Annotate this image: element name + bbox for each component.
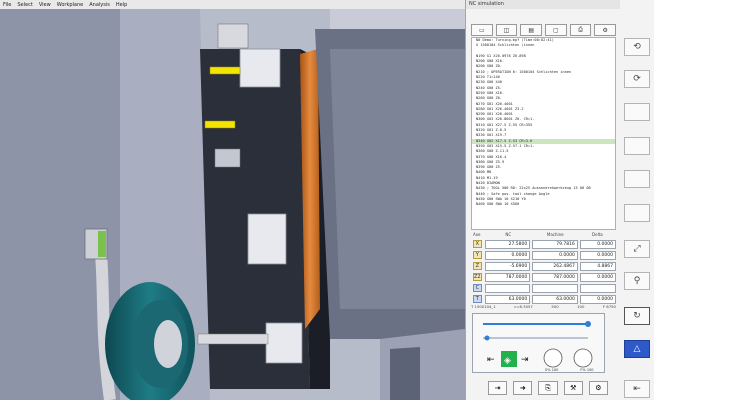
- status-speed: c=6.3057: [514, 304, 533, 309]
- value-nc: 0.0000: [484, 250, 531, 260]
- blank-button[interactable]: [624, 170, 650, 188]
- run-icon[interactable]: ➜: [513, 381, 533, 395]
- play-icon: ◈: [504, 356, 511, 366]
- value-machine: 79.7816: [532, 239, 578, 249]
- up-triangle-icon[interactable]: △: [624, 340, 650, 358]
- status-tool: T 1500104_1: [471, 304, 496, 309]
- coordinate-row: Z2 787.0000 787.0000 0.0000: [471, 272, 616, 282]
- axis-label[interactable]: X: [473, 240, 482, 248]
- empty-area: [654, 0, 746, 400]
- program-icon[interactable]: ◫: [495, 24, 518, 36]
- speed-handle[interactable]: [484, 335, 490, 341]
- menu-item[interactable]: Select: [17, 2, 32, 8]
- machine-scene: [0, 9, 465, 400]
- header-delta: Delta: [592, 232, 603, 237]
- menu-item[interactable]: File: [3, 2, 11, 8]
- speed-dial[interactable]: [543, 348, 563, 368]
- value-machine: 0.0000: [532, 250, 578, 260]
- settings-icon[interactable]: ⚙: [594, 24, 617, 36]
- axis-label[interactable]: Z2: [473, 273, 482, 281]
- feed-label: F% 100: [580, 368, 594, 372]
- header-machine: Machine: [546, 232, 564, 237]
- panel-title: NC simulation: [466, 0, 620, 9]
- machine-icon[interactable]: ▭: [471, 24, 493, 36]
- probe-icon[interactable]: ⚲: [624, 272, 650, 290]
- value-nc: [484, 283, 531, 293]
- speed-label: S% 100: [545, 368, 559, 372]
- value-nc: -5.6900: [484, 261, 531, 271]
- menu-item[interactable]: View: [39, 2, 51, 8]
- menu-item[interactable]: Workplane: [57, 2, 84, 8]
- header-nc: NC: [505, 232, 512, 237]
- redo-icon[interactable]: ⟳: [624, 70, 650, 88]
- keyboard-icon[interactable]: ▤: [520, 24, 543, 36]
- panel-toolbar: ▭ ◫ ▤ ▢ ⎙ ⚙: [471, 24, 617, 36]
- menu-bar: File Select View Workplane Analysis Help: [0, 0, 465, 9]
- back-icon[interactable]: ⇤: [487, 355, 495, 365]
- print-icon[interactable]: ⎙: [569, 24, 592, 36]
- axis-label[interactable]: Y: [473, 251, 482, 259]
- coordinate-row: C: [471, 283, 616, 293]
- simulation-controls: ⇤ ◈ ⇥ S% 100 F% 100: [472, 313, 605, 373]
- forward-icon[interactable]: ⇥: [521, 355, 529, 365]
- blank-button[interactable]: [624, 137, 650, 155]
- value-delta: [579, 283, 616, 293]
- cycle-icon[interactable]: ↻: [624, 307, 650, 325]
- value-delta: 4.8867: [579, 261, 616, 271]
- 3d-viewport[interactable]: [0, 9, 465, 400]
- blank-icon[interactable]: ▢: [545, 24, 567, 36]
- axis-label[interactable]: C: [473, 284, 482, 292]
- blank-button[interactable]: [624, 204, 650, 222]
- value-delta: 0.0000: [579, 272, 616, 282]
- coordinate-table: Axe NC Machine Delta X 27.5800 79.7816 0.00…: [471, 231, 616, 305]
- export-icon[interactable]: ⎘: [538, 381, 558, 395]
- status-ftime: F 6750: [602, 304, 616, 309]
- coordinate-header: Axe NC Machine Delta: [471, 231, 616, 238]
- axis-label[interactable]: Z: [473, 262, 482, 270]
- status-units: 100: [577, 304, 585, 309]
- coordinate-row: X 27.5800 79.7816 0.0000: [471, 239, 616, 249]
- value-machine: 262.4867: [532, 261, 578, 271]
- header-axis: Axe: [473, 232, 481, 237]
- value-machine: [532, 283, 578, 293]
- progress-handle[interactable]: [585, 321, 591, 327]
- right-tool-column: ⟲ ⟳ ⤢ ⚲ ↻ △ ⇤: [620, 0, 654, 400]
- feed-dial[interactable]: [573, 348, 593, 368]
- collapse-icon[interactable]: ⇤: [624, 380, 650, 398]
- coordinate-row: Z -5.6900 262.4867 4.8867: [471, 261, 616, 271]
- nc-line[interactable]: N460 G00 SWA 10 X560: [472, 202, 615, 207]
- value-delta: 0.0000: [579, 250, 616, 260]
- status-row: T 1500104_1 c=6.3057 500 100 F 6750: [471, 302, 616, 311]
- status-feed: 500: [551, 304, 559, 309]
- gear-icon[interactable]: ⚙: [588, 381, 609, 395]
- tool-icon[interactable]: ⚒: [563, 381, 583, 395]
- menu-item[interactable]: Analysis: [89, 2, 110, 8]
- bottom-toolbar: ⇥ ➜ ⎘ ⚒ ⚙: [488, 381, 609, 395]
- value-machine: 787.0000: [532, 272, 578, 282]
- value-delta: 0.0000: [579, 239, 616, 249]
- coordinate-row: Y 0.0000 0.0000 0.0000: [471, 250, 616, 260]
- blank-button[interactable]: [624, 103, 650, 121]
- value-nc: 27.5800: [484, 239, 531, 249]
- rotate-icon[interactable]: ⟲: [624, 38, 650, 56]
- step-icon[interactable]: ⇥: [488, 381, 508, 395]
- tool-change-icon[interactable]: ⤢: [624, 240, 650, 258]
- value-nc: 787.0000: [484, 272, 531, 282]
- nc-program-list[interactable]: N0 Demo: Turning.mpf (Time:00:02:41) G 15…: [471, 37, 616, 230]
- menu-item[interactable]: Help: [116, 2, 127, 8]
